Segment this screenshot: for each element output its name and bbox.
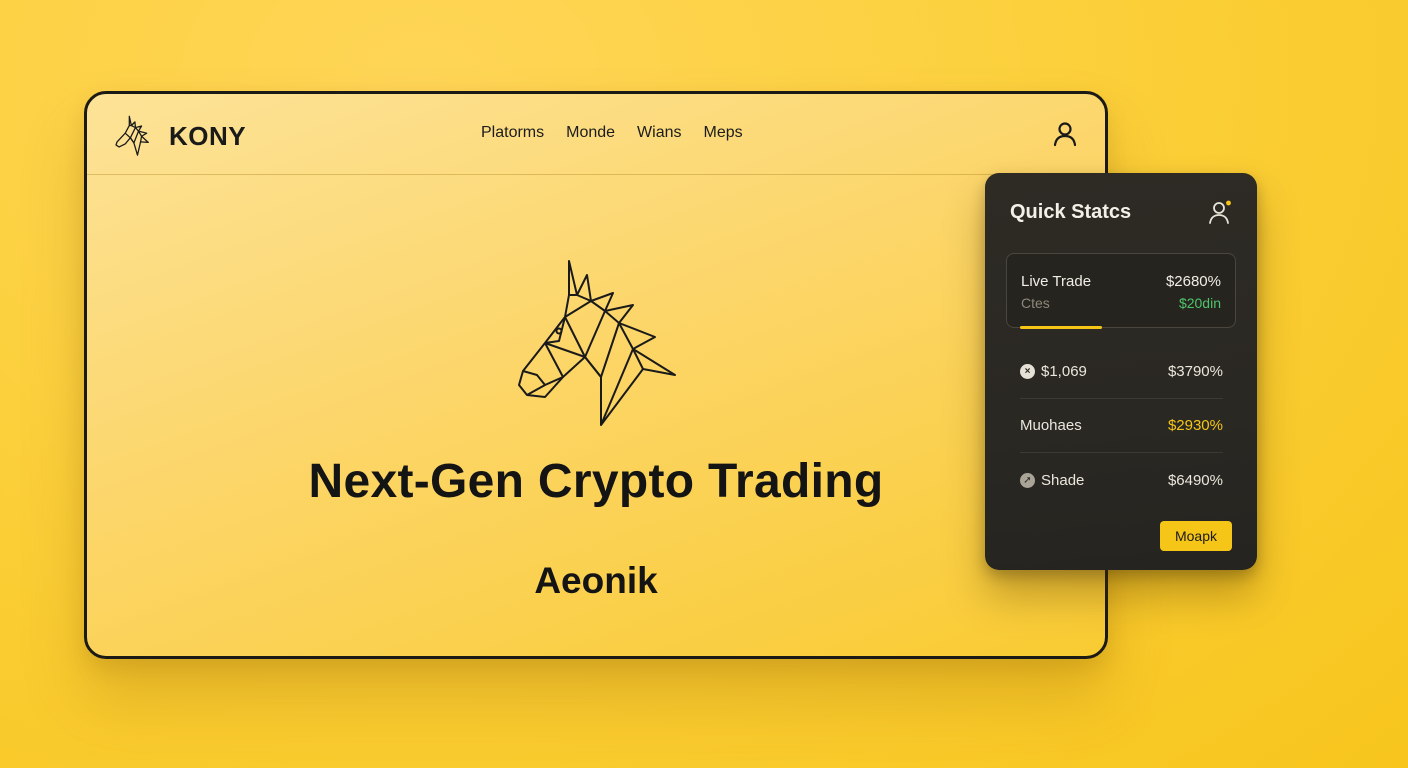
panel-title: Quick Statcs: [1010, 201, 1132, 223]
live-trade-sublabel: Ctes: [1021, 295, 1050, 311]
main-nav: Platorms Monde Wians Meps: [481, 124, 743, 142]
quick-stats-panel: Quick Statcs Live Trade $2680% Ctes $20d…: [985, 173, 1257, 570]
stat-row[interactable]: × $1,069 $3790%: [1020, 344, 1223, 399]
live-trade-card[interactable]: Live Trade $2680% Ctes $20din: [1006, 253, 1236, 329]
stat-row-label: Shade: [1041, 471, 1085, 489]
stat-row-value: $2930%: [1167, 416, 1223, 434]
nav-link-monde[interactable]: Monde: [566, 124, 615, 142]
close-circle-icon: ×: [1020, 363, 1035, 379]
stat-row-label: Muohaes: [1020, 416, 1082, 434]
stat-row[interactable]: Muohaes $2930%: [1020, 398, 1223, 453]
user-icon[interactable]: [1051, 120, 1079, 148]
live-trade-progress-bar: [1020, 326, 1102, 329]
horse-head-icon: [515, 257, 695, 432]
stat-row-label: $1,069: [1041, 362, 1087, 380]
stat-row-value: $3790%: [1167, 362, 1223, 380]
nav-link-wians[interactable]: Wians: [637, 124, 681, 142]
stat-row[interactable]: ➚ Shade $6490%: [1020, 453, 1223, 507]
browser-window: KONY Platorms Monde Wians Meps Next-Gen …: [84, 91, 1108, 659]
live-trade-value: $2680%: [1165, 273, 1221, 290]
horse-head-logo-icon: [115, 114, 161, 158]
brand-name: KONY: [169, 120, 247, 151]
top-navbar: KONY Platorms Monde Wians Meps: [87, 94, 1105, 175]
live-trade-label: Live Trade: [1021, 273, 1092, 290]
live-trade-subvalue: $20din: [1178, 295, 1221, 311]
nav-link-meps[interactable]: Meps: [704, 124, 743, 142]
hero-subtitle: Aeonik: [534, 560, 658, 601]
user-plus-icon[interactable]: [1207, 198, 1235, 226]
nav-link-platforms[interactable]: Platorms: [481, 124, 544, 142]
arrow-circle-icon: ➚: [1020, 472, 1035, 488]
moapk-button[interactable]: Moapk: [1160, 521, 1232, 551]
stat-row-value: $6490%: [1167, 471, 1223, 489]
brand[interactable]: KONY: [115, 114, 246, 158]
hero-title: Next-Gen Crypto Trading: [308, 455, 884, 508]
